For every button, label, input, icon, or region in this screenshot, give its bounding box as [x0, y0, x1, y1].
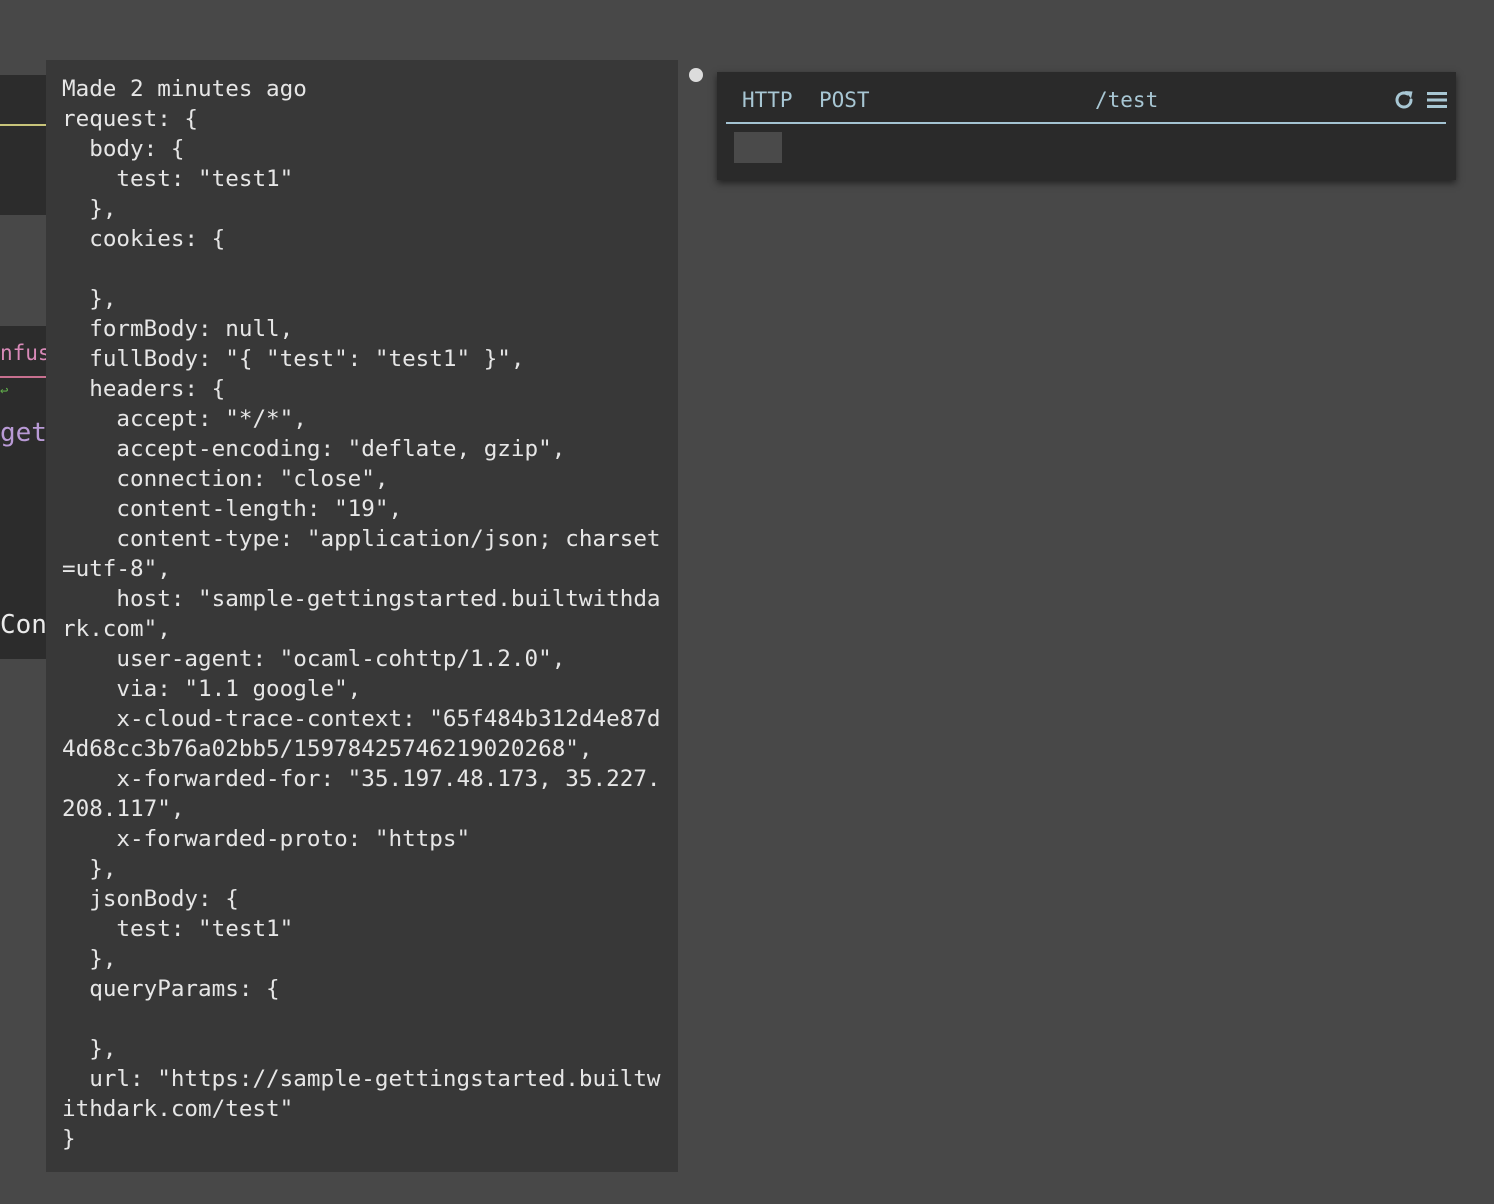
handler-spec-header: HTTP POST /test	[726, 72, 1448, 124]
handler-method-label[interactable]: POST	[819, 88, 870, 112]
code-blank-placeholder[interactable]	[734, 132, 782, 163]
background-divider	[0, 124, 50, 126]
trace-dot[interactable]	[689, 68, 703, 82]
trace-live-value-panel: Made 2 minutes ago request: { body: { te…	[46, 60, 678, 1172]
background-divider-pink	[0, 376, 50, 378]
hamburger-menu-icon[interactable]	[1426, 90, 1448, 110]
refresh-icon[interactable]	[1392, 88, 1416, 112]
handler-type-label[interactable]: HTTP	[742, 88, 793, 112]
http-handler-toplevel[interactable]: HTTP POST /test	[717, 72, 1456, 180]
trace-request-text: Made 2 minutes ago request: { body: { te…	[62, 76, 661, 1152]
background-fragment-green: ↩	[0, 383, 9, 399]
background-fragment-pink: nfus	[0, 341, 51, 365]
handler-path-label[interactable]: /test	[1095, 88, 1158, 112]
